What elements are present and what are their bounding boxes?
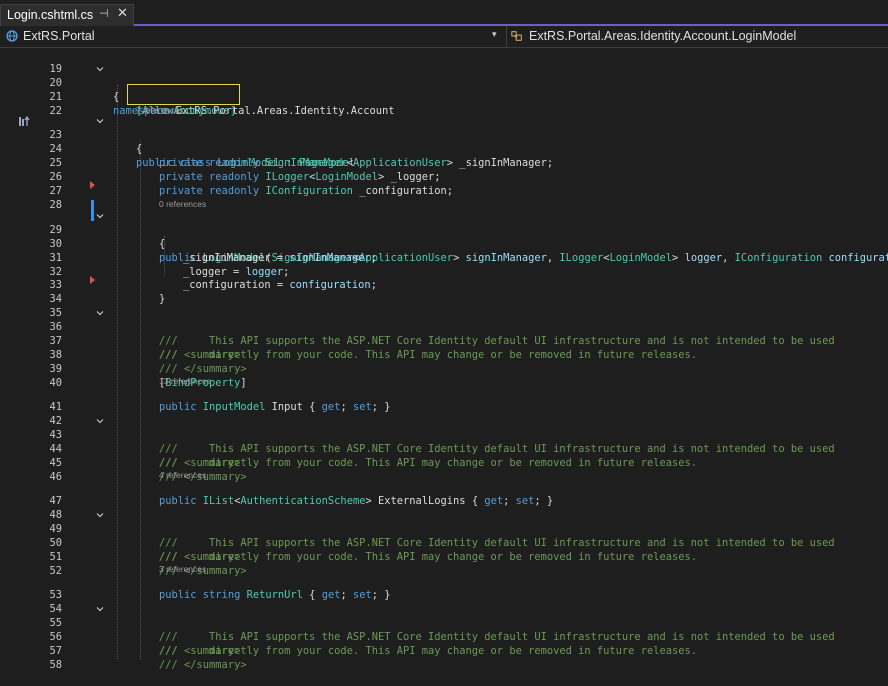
code-line-43: 43 /// <summary> — [0, 414, 888, 469]
chevron-down-icon[interactable]: ▾ — [492, 30, 497, 40]
code-line-52: 52/// </summary> — [49, 565, 247, 577]
code-line-30: 30{ — [49, 238, 166, 250]
fold-chevron-icon[interactable] — [96, 212, 104, 220]
document-tab[interactable]: Login.cshtml.cs ⊣ ✕ — [0, 4, 134, 26]
code-line-40: 40 [BindProperty] — [49, 377, 247, 389]
code-line-32: 32 _logger = logger; — [49, 266, 290, 278]
fold-chevron-icon[interactable] — [96, 309, 104, 317]
code-editor[interactable]: 19 20 namespace ExtRS.Portal.Areas.Ident… — [0, 48, 888, 671]
tab-title[interactable]: Login.cshtml.cs — [7, 8, 93, 22]
fold-chevron-icon[interactable] — [96, 65, 104, 73]
code-line-45: 45/// directly from your code. This API … — [49, 457, 697, 469]
fold-chevron-icon[interactable] — [96, 117, 104, 125]
code-line-51: 51/// directly from your code. This API … — [49, 551, 697, 563]
code-line-49: 49 /// <summary> — [0, 508, 888, 563]
code-line-41: 41 public InputModel Input { get; set; } — [49, 401, 391, 413]
csharp-project-icon — [6, 30, 18, 42]
fold-chevron-icon[interactable] — [96, 511, 104, 519]
code-line-24: 24{ — [49, 143, 143, 155]
code-line-42: 42 — [49, 415, 62, 427]
code-line-27: 27 private readonly IConfiguration _confi… — [49, 185, 454, 197]
fold-chevron-icon[interactable] — [96, 417, 104, 425]
code-line-37: 37/// This API supports the ASP.NET Core… — [49, 335, 835, 347]
project-name: ExtRS.Portal — [23, 29, 95, 43]
code-line-36: 36 /// <summary> — [0, 306, 888, 361]
code-line-39: 39/// </summary> — [49, 363, 247, 375]
code-line-26: 26 private readonly ILogger<LoginModel> _… — [49, 171, 441, 183]
pin-icon[interactable]: ⊣ — [99, 7, 109, 20]
code-line-58: 58/// </summary> — [49, 659, 247, 671]
class-icon — [511, 31, 522, 41]
code-line-35: 35 — [49, 307, 62, 319]
code-line-25: 25 private readonly SignInManager<Applica… — [49, 157, 554, 169]
code-line-19: 19 — [49, 63, 62, 75]
code-line-20: 20 namespace ExtRS.Portal.Areas.Identity… — [0, 62, 888, 117]
code-line-28: 28 — [49, 199, 62, 211]
document-tab-bar: Login.cshtml.cs ⊣ ✕ — [0, 0, 888, 26]
code-line-34: 34} — [49, 293, 166, 305]
code-line-56: 56/// This API supports the ASP.NET Core… — [49, 631, 835, 643]
code-line-50: 50/// This API supports the ASP.NET Core… — [49, 537, 835, 549]
fold-chevron-icon[interactable] — [96, 605, 104, 613]
code-line-47: 47 public IList<AuthenticationScheme> Ext… — [49, 495, 554, 507]
code-line-48: 48 — [49, 509, 62, 521]
code-line-22: 22 [AllowAnonymous] — [49, 105, 237, 117]
code-line-38: 38/// directly from your code. This API … — [49, 349, 697, 361]
code-line-31: 31 _signInManager = signInManager; — [49, 252, 377, 264]
member-name: ExtRS.Portal.Areas.Identity.Account.Logi… — [529, 29, 797, 43]
code-line-29: 29 public LoginModel(SignInManager<Appli… — [0, 209, 888, 264]
project-dropdown[interactable]: ExtRS.Portal ▾ — [0, 26, 504, 47]
navigation-bar: ExtRS.Portal ▾ ExtRS.Portal.Areas.Identi… — [0, 26, 888, 48]
code-line-21: 21{ — [49, 91, 120, 103]
code-line-54: 54 — [49, 603, 62, 615]
code-line-33: 33 _configuration = configuration; — [49, 279, 377, 291]
code-line-53: 53 public string ReturnUrl { get; set; } — [49, 589, 391, 601]
code-line-44: 44/// This API supports the ASP.NET Core… — [49, 443, 835, 455]
code-line-23: 23 public class LoginModel : PageModel — [0, 114, 888, 169]
member-dropdown[interactable]: ExtRS.Portal.Areas.Identity.Account.Logi… — [506, 26, 888, 47]
close-icon[interactable]: ✕ — [117, 6, 128, 21]
code-line-55: 55 /// <summary> — [0, 602, 888, 657]
code-line-46: 46/// </summary> — [49, 471, 247, 483]
code-line-57: 57/// directly from your code. This API … — [49, 645, 697, 657]
